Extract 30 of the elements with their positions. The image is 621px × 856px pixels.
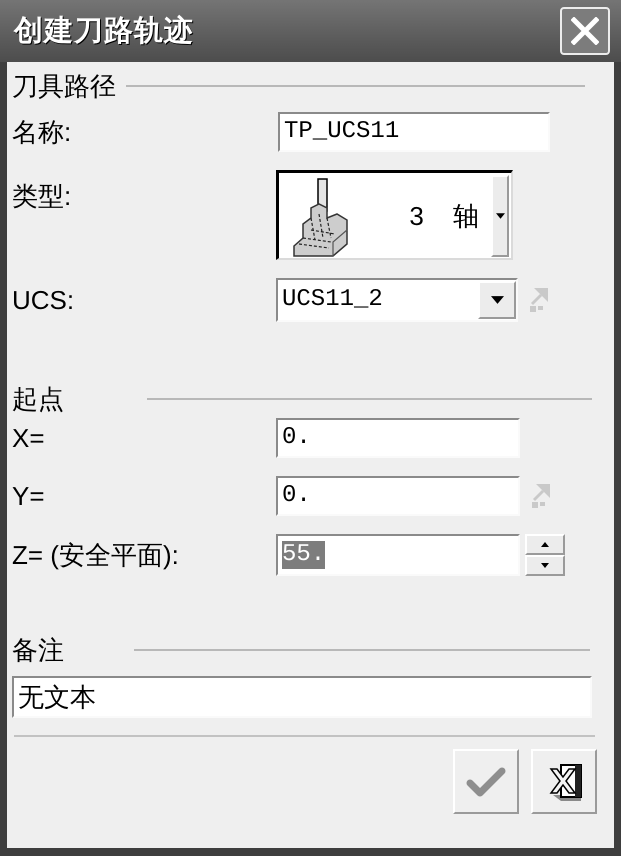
ok-button[interactable]: [453, 749, 519, 814]
window-title: 创建刀路轨迹: [14, 14, 194, 49]
field-label: 名称:: [12, 116, 72, 148]
down-arrow-icon: [541, 563, 549, 568]
check-icon: [466, 764, 506, 798]
machined-part-icon: [291, 178, 351, 258]
dropdown-button[interactable]: [478, 281, 516, 319]
field-label: Y=: [12, 480, 46, 512]
field-label: UCS:: [12, 284, 76, 316]
field-label: Z= (安全平面):: [12, 539, 180, 571]
caret-icon: [490, 296, 504, 304]
text-field[interactable]: 无文本: [12, 676, 592, 718]
group-title: 起点: [12, 383, 64, 415]
close-icon: [571, 17, 599, 45]
spin-down-button[interactable]: [525, 555, 565, 576]
field-label: X=: [12, 422, 46, 454]
type-dropdown[interactable]: 3 轴: [276, 170, 513, 260]
group-title: 刀具路径: [12, 70, 116, 102]
number-field[interactable]: 55.: [276, 534, 520, 576]
caret-icon: [496, 212, 504, 218]
dropdown[interactable]: UCS11_2: [276, 278, 518, 322]
text-field[interactable]: 0.: [276, 418, 520, 458]
text-field[interactable]: TP_UCS11: [278, 112, 550, 152]
group-title: 备注: [12, 634, 64, 666]
text-field[interactable]: 0.: [276, 476, 520, 516]
field-label: 类型:: [12, 180, 72, 212]
spin-up-button[interactable]: [525, 534, 565, 555]
cancel-button[interactable]: [531, 749, 597, 814]
close-button[interactable]: [560, 7, 610, 55]
up-arrow-icon: [541, 542, 549, 547]
